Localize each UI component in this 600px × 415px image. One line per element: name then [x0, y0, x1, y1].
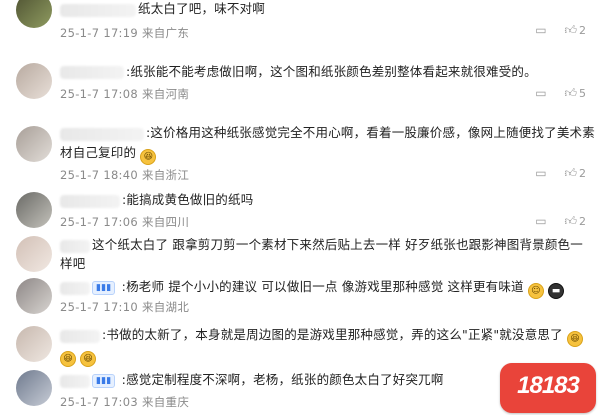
comment-location: 来自四川 — [141, 215, 190, 229]
comment-text: :书做的太新了，本身就是周边图的是游戏里那种感觉，弄的这么"正紧"就没意思了 — [102, 327, 563, 342]
comment-location: 来自河南 — [141, 87, 190, 101]
comment-meta: 25-1-7 17:19 来自广东 — [60, 25, 189, 41]
avatar[interactable] — [16, 0, 52, 28]
thumbs-up-icon: 👍︎ — [564, 166, 577, 180]
comment-date: 25-1-7 17:08 — [60, 87, 138, 101]
comment-text: 这个纸太白了 跟拿剪刀剪一个素材下来然后贴上去一样 好歹纸张也跟影神图背景颜色一 — [92, 237, 583, 252]
avatar[interactable] — [16, 192, 52, 228]
emoji-row: 😆︎ 😆︎ — [60, 345, 580, 367]
18183-watermark-logo: 18183 — [500, 363, 596, 413]
avatar[interactable] — [16, 326, 52, 362]
comment-reply-button[interactable]: ▭ — [535, 214, 546, 228]
comment-meta: 25-1-7 18:40 来自浙江 — [60, 167, 189, 183]
comment-location: 来自湖北 — [141, 300, 190, 314]
like-button[interactable]: 👍︎ 2 — [564, 23, 586, 38]
sunglasses-emoji-icon: ▬ — [548, 283, 565, 299]
avatar[interactable] — [16, 63, 52, 99]
comment-text-row: ▮▮▮ :杨老师 提个小小的建议 可以做旧一点 像游戏里那种感觉 这样更有味道 … — [92, 277, 592, 299]
username-blurred[interactable] — [60, 195, 120, 208]
comment-item: 这个纸太白了 跟拿剪刀剪一个素材下来然后贴上去一样 好歹纸张也跟影神图背景颜色一… — [0, 232, 600, 274]
avatar[interactable] — [16, 236, 52, 272]
comment-reply-button[interactable]: ▭ — [535, 86, 546, 100]
username-blurred[interactable] — [60, 375, 90, 388]
comment-text: :感觉定制程度不深啊，老杨，纸张的颜色太白了好突兀啊 — [121, 372, 444, 387]
comment-meta: 25-1-7 17:06 来自四川 — [60, 214, 189, 230]
username-blurred[interactable] — [60, 330, 100, 343]
logo-text: 18183 — [517, 372, 580, 399]
comment-location: 来自浙江 — [141, 168, 190, 182]
comment-meta: 25-1-7 17:10 来自湖北 — [60, 299, 189, 315]
comment-reply-button[interactable]: ▭ — [535, 166, 546, 180]
comment-item: :能搞成黄色做旧的纸吗 25-1-7 17:06 来自四川 ▭ 👍︎ 2 — [0, 188, 600, 233]
smile-emoji-icon: ☺︎ — [527, 283, 544, 299]
comment-actions: ▭ 👍︎ 5 — [521, 86, 586, 101]
comment-actions: ▭ 👍︎ 2 — [521, 23, 586, 38]
comment-text: :能搞成黄色做旧的纸吗 — [122, 192, 254, 207]
comment-date: 25-1-7 17:10 — [60, 300, 138, 314]
like-button[interactable]: 👍︎ 2 — [564, 214, 586, 229]
comment-reply-button[interactable]: ▭ — [535, 23, 546, 37]
comment-text: :纸张能不能考虑做旧啊，这个图和纸张颜色差别整体看起来就很难受的。 — [126, 64, 537, 79]
comment-date: 25-1-7 17:06 — [60, 215, 138, 229]
like-count: 2 — [579, 24, 586, 37]
comment-icon: ▭ — [535, 166, 547, 180]
username-blurred[interactable] — [60, 4, 136, 17]
comment-date: 25-1-7 17:19 — [60, 26, 138, 40]
like-count: 5 — [579, 87, 586, 100]
username-blurred[interactable] — [60, 66, 124, 79]
thumbs-up-icon: 👍︎ — [564, 86, 577, 100]
comment-meta: 25-1-7 17:08 来自河南 — [60, 86, 189, 102]
comment-item: :纸张能不能考虑做旧啊，这个图和纸张颜色差别整体看起来就很难受的。 25-1-7… — [0, 55, 600, 115]
thumbs-up-icon: 👍︎ — [564, 214, 577, 228]
like-button[interactable]: 👍︎ 2 — [564, 166, 586, 181]
comment-text: :这价格用这种纸张感觉完全不用心啊，看着一股廉价感，像网上随便找了美术素 — [146, 125, 595, 140]
like-count: 2 — [579, 215, 586, 228]
like-count: 2 — [579, 167, 586, 180]
comment-icon: ▭ — [535, 86, 547, 100]
comment-location: 来自重庆 — [141, 395, 190, 409]
comment-location: 来自广东 — [141, 26, 190, 40]
avatar[interactable] — [16, 126, 52, 162]
fan-badge: ▮▮▮ — [92, 281, 116, 295]
comment-text-row: :书做的太新了，本身就是周边图的是游戏里那种感觉，弄的这么"正紧"就没意思了 😆… — [102, 325, 598, 347]
avatar[interactable] — [16, 370, 52, 406]
avatar[interactable] — [16, 278, 52, 314]
comment-text-row: ▮▮▮ :感觉定制程度不深啊，老杨，纸张的颜色太白了好突兀啊 — [92, 370, 512, 390]
laughing-emoji-icon: 😆︎ — [140, 149, 157, 165]
like-button[interactable]: 👍︎ 5 — [564, 86, 586, 101]
comment-meta: 25-1-7 17:03 来自重庆 — [60, 394, 189, 410]
laughing-emoji-icon: 😆︎ — [80, 351, 97, 367]
comment-actions: ▭ 👍︎ 2 — [521, 214, 586, 229]
username-blurred[interactable] — [60, 128, 144, 141]
comment-text-line2: 样吧 — [60, 256, 86, 271]
comment-item: ▮▮▮ :杨老师 提个小小的建议 可以做旧一点 像游戏里那种感觉 这样更有味道 … — [0, 274, 600, 324]
username-blurred[interactable] — [60, 240, 90, 253]
laughing-emoji-icon: 😆︎ — [60, 351, 76, 367]
comment-date: 25-1-7 18:40 — [60, 168, 138, 182]
comment-icon: ▭ — [535, 23, 547, 37]
username-blurred[interactable] — [60, 282, 90, 295]
comment-text: 纸太白了吧，味不对啊 — [138, 1, 266, 16]
fan-badge: ▮▮▮ — [92, 374, 116, 388]
comment-item: 纸太白了吧，味不对啊 25-1-7 17:19 来自广东 ▭ 👍︎ 2 — [0, 0, 600, 50]
comment-text: :杨老师 提个小小的建议 可以做旧一点 像游戏里那种感觉 这样更有味道 — [121, 279, 524, 294]
thumbs-up-icon: 👍︎ — [564, 23, 577, 37]
comment-text-continued: 材自己复印的 😆︎ — [60, 143, 580, 165]
comment-item: :这价格用这种纸张感觉完全不用心啊，看着一股廉价感，像网上随便找了美术素 材自己… — [0, 118, 600, 188]
comment-actions: ▭ 👍︎ 2 — [521, 166, 586, 181]
comment-date: 25-1-7 17:03 — [60, 395, 138, 409]
comment-text-line2: 材自己复印的 — [60, 145, 137, 160]
comment-icon: ▭ — [535, 214, 547, 228]
